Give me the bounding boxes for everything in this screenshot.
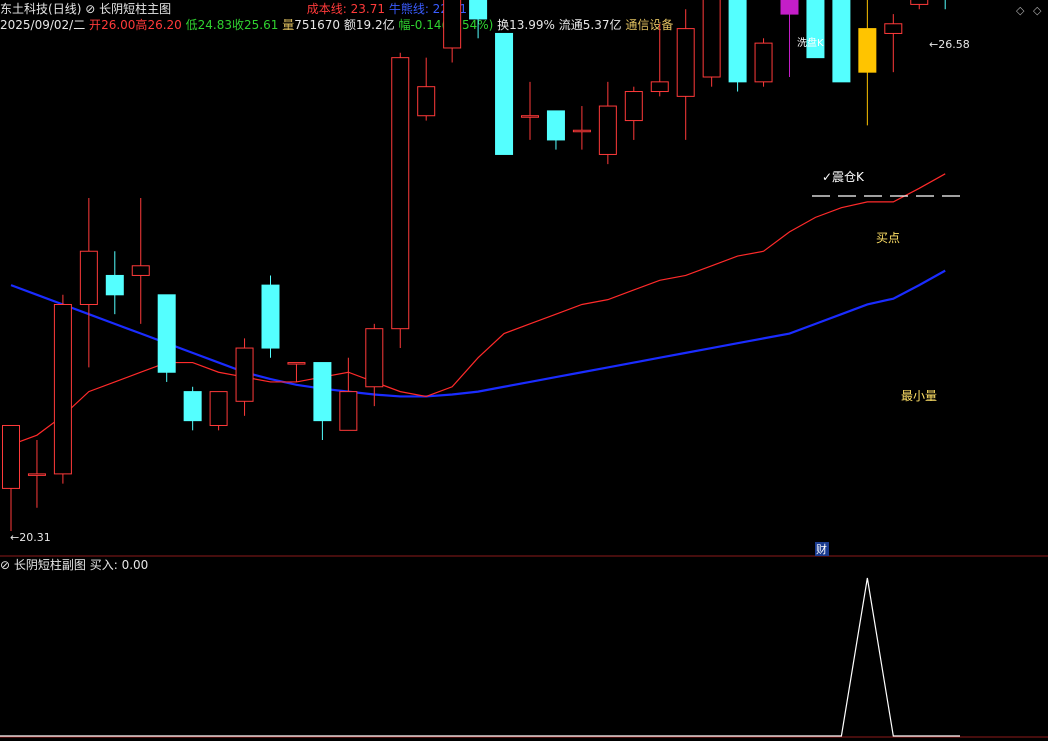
candle-body[interactable]: [521, 115, 539, 118]
cost-line: [10, 173, 946, 446]
candle-body[interactable]: [676, 28, 695, 97]
washout-k-label: ✓震仓K: [822, 170, 865, 184]
candle-body[interactable]: [728, 0, 747, 83]
candle-body[interactable]: [131, 265, 150, 276]
buy-signal-line: [0, 577, 960, 737]
candle-body[interactable]: [858, 28, 877, 73]
candle-body[interactable]: [572, 129, 591, 133]
candle-body[interactable]: [391, 57, 410, 330]
candle-body[interactable]: [157, 294, 176, 373]
candle-body[interactable]: [650, 81, 669, 93]
candle-body[interactable]: [183, 391, 202, 422]
candle-body[interactable]: [339, 391, 358, 431]
candle-body[interactable]: [702, 0, 721, 78]
candle-body[interactable]: [598, 105, 617, 155]
candle-body[interactable]: [832, 0, 851, 83]
candle-body[interactable]: [2, 424, 20, 489]
buy-point-label: 买点: [876, 231, 900, 245]
candle-body[interactable]: [910, 0, 929, 5]
candle-body[interactable]: [313, 362, 332, 422]
candle-body[interactable]: [546, 110, 565, 141]
candle-body[interactable]: [79, 250, 98, 305]
candle-body[interactable]: [235, 347, 254, 402]
candle-body[interactable]: [365, 328, 384, 388]
candle-body[interactable]: [624, 91, 643, 122]
candle-body[interactable]: [495, 32, 514, 155]
candle-body[interactable]: [287, 362, 306, 365]
candle-body[interactable]: [261, 284, 280, 349]
candle-body[interactable]: [806, 0, 825, 59]
candle-body[interactable]: [105, 274, 124, 296]
candle-body[interactable]: [27, 473, 46, 476]
candle-body[interactable]: [209, 391, 228, 426]
kline-chart[interactable]: ←20.31 ←26.58 洗盘K ✓震仓K 买点 最小量 财: [0, 0, 1048, 741]
candle-body[interactable]: [53, 303, 72, 475]
candle-body[interactable]: [884, 23, 903, 34]
candle-body[interactable]: [469, 0, 488, 20]
candle-body[interactable]: [780, 0, 799, 15]
bull-bear-line: [10, 269, 946, 398]
candle-body[interactable]: [754, 42, 773, 83]
high-price-label: ←26.58: [929, 38, 970, 51]
min-volume-label: 最小量: [901, 389, 937, 403]
washout-k-top-label: 洗盘K: [797, 36, 824, 49]
finance-badge-label: 财: [816, 542, 827, 556]
candle-body[interactable]: [443, 0, 462, 49]
low-price-label: ←20.31: [10, 531, 51, 544]
candle-body[interactable]: [417, 86, 436, 117]
